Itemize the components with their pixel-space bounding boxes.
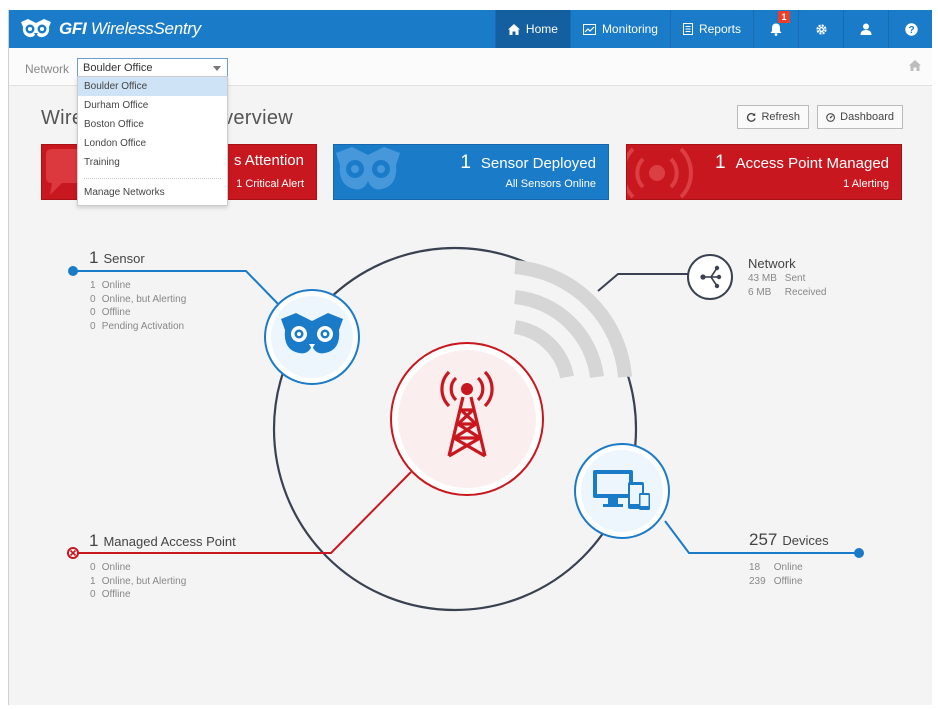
alerts-badge: 1 [778, 11, 790, 23]
svg-text:?: ? [908, 25, 914, 36]
brand-logo[interactable]: GFI WirelessSentry [19, 16, 201, 42]
top-bar: GFI WirelessSentry Home Monitoring Repor… [9, 10, 932, 48]
network-stats-heading[interactable]: Network [748, 256, 796, 271]
sensor-node[interactable] [264, 289, 360, 385]
access-point-stat-line: 1 Online, but Alerting [90, 575, 187, 587]
dashboard-button-label: Dashboard [840, 111, 894, 123]
access-point-card-title: 1 Access Point Managed [715, 152, 889, 173]
dropdown-option[interactable]: Training [78, 153, 227, 172]
network-dropdown-menu: Boulder Office Durham Office Boston Offi… [77, 76, 228, 206]
devices-stats-heading[interactable]: 257 Devices [749, 530, 829, 550]
nav-reports[interactable]: Reports [669, 10, 753, 48]
wifi-arcs-decoration [513, 260, 632, 379]
access-point-stats-list: 0 Online 1 Online, but Alerting 0 Offlin… [90, 561, 186, 602]
attention-card-title: s Attention [233, 152, 304, 169]
access-point-node[interactable] [390, 342, 544, 496]
devices-node[interactable] [574, 443, 670, 539]
owl-icon [336, 147, 400, 190]
devices-stats-list: 18 Online 239 Offline [749, 561, 803, 588]
sensor-stat-line: 0 Online, but Alerting [90, 293, 187, 305]
home-icon[interactable] [909, 60, 921, 71]
user-icon [860, 23, 872, 35]
help-icon: ? [904, 22, 918, 36]
refresh-icon [746, 112, 756, 122]
network-select-value: Boulder Office [83, 62, 153, 74]
bell-icon [770, 23, 782, 36]
nav-home-label: Home [525, 22, 558, 36]
sensor-card-sub: All Sensors Online [505, 178, 597, 190]
dropdown-option[interactable]: Boulder Office [78, 77, 227, 96]
brand-name: GFI WirelessSentry [59, 19, 201, 38]
network-stat-line: 43 MB Sent [748, 273, 806, 284]
sensor-stats-heading[interactable]: 1 Sensor [89, 248, 145, 268]
home-icon [507, 23, 520, 35]
dropdown-option[interactable]: Boston Office [78, 115, 227, 134]
sensor-stats-list: 1 Online 0 Online, but Alerting 0 Offlin… [90, 279, 186, 333]
chevron-down-icon [213, 66, 221, 71]
dropdown-divider [84, 178, 221, 179]
main-nav: Home Monitoring Reports 1 ? [494, 10, 932, 48]
sensor-card-title: 1 Sensor Deployed [460, 152, 596, 173]
dropdown-option[interactable]: London Office [78, 134, 227, 153]
nav-alerts[interactable]: 1 [753, 10, 798, 48]
dropdown-option[interactable]: Durham Office [78, 96, 227, 115]
nav-user[interactable] [843, 10, 888, 48]
devices-stat-line: 239 Offline [749, 575, 803, 587]
nav-monitoring[interactable]: Monitoring [569, 10, 670, 48]
sensor-card[interactable]: 1 Sensor Deployed All Sensors Online [333, 144, 609, 200]
sensor-stat-line: 0 Pending Activation [90, 320, 185, 332]
broadcast-icon [627, 147, 693, 199]
sensor-endpoint [68, 266, 78, 276]
nav-reports-label: Reports [698, 22, 741, 36]
devices-stat-line: 18 Online [749, 562, 803, 573]
nav-home[interactable]: Home [494, 10, 570, 48]
sensor-stat-line: 1 Online [90, 280, 131, 291]
nav-help[interactable]: ? [888, 10, 932, 48]
manage-networks-option[interactable]: Manage Networks [78, 183, 227, 202]
reports-icon [682, 23, 693, 35]
network-stats-list: 43 MB Sent 6 MB Received [748, 272, 826, 299]
network-select[interactable]: Boulder Office [77, 58, 228, 78]
nav-monitoring-label: Monitoring [601, 22, 658, 36]
network-node[interactable] [687, 254, 733, 300]
app-frame: GFI WirelessSentry Home Monitoring Repor… [8, 10, 932, 705]
dashboard-icon [826, 112, 835, 122]
access-point-card-sub: 1 Alerting [843, 178, 889, 190]
refresh-button-label: Refresh [761, 111, 800, 123]
owl-logo-icon [21, 19, 51, 38]
access-point-stat-line: 0 Online [90, 562, 131, 573]
access-point-stat-line: 0 Offline [90, 589, 131, 600]
network-label: Network [25, 62, 70, 76]
network-connector [597, 273, 688, 292]
network-stat-line: 6 MB Received [748, 286, 827, 298]
access-point-card[interactable]: 1 Access Point Managed 1 Alerting [626, 144, 902, 200]
attention-card-sub: 1 Critical Alert [236, 178, 304, 190]
gear-icon [815, 23, 827, 35]
nav-settings[interactable] [798, 10, 843, 48]
monitoring-icon [582, 23, 596, 35]
dashboard-button[interactable]: Dashboard [817, 105, 903, 129]
devices-endpoint [854, 548, 864, 558]
refresh-button[interactable]: Refresh [737, 105, 809, 129]
access-point-stats-heading[interactable]: 1 Managed Access Point [89, 531, 236, 551]
sensor-stat-line: 0 Offline [90, 307, 131, 318]
